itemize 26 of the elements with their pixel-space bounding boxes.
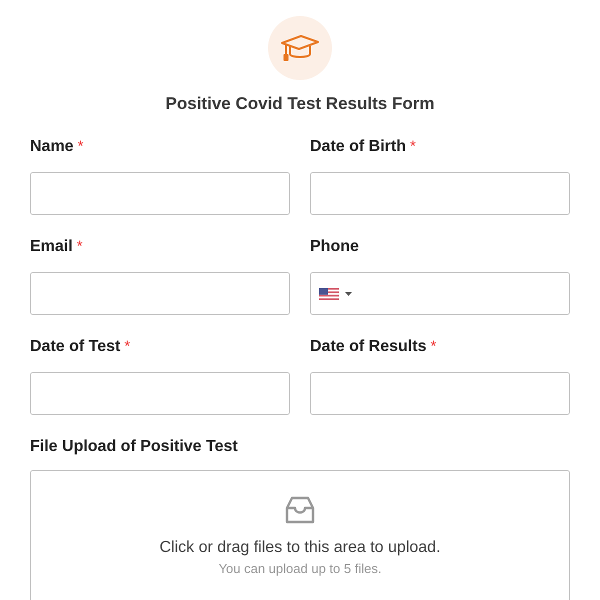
- field-label: Email: [30, 238, 73, 256]
- field-label: Date of Birth: [310, 138, 406, 156]
- upload-area[interactable]: Click or drag files to this area to upload. You can upload up to 5 files.: [30, 470, 570, 600]
- input-field[interactable]: [310, 372, 570, 415]
- required-mark: *: [430, 338, 436, 355]
- graduation-cap-icon: [280, 34, 320, 62]
- required-mark: *: [78, 138, 84, 155]
- field-label: Date of Test: [30, 338, 120, 356]
- form-title: Positive Covid Test Results Form: [166, 94, 434, 114]
- caret-icon[interactable]: [345, 292, 352, 296]
- inbox-icon: [285, 495, 315, 525]
- phone-field[interactable]: [310, 272, 570, 315]
- field-label: Date of Results: [310, 338, 426, 356]
- input-field[interactable]: [30, 172, 290, 215]
- input-field[interactable]: [30, 272, 290, 315]
- field-label: File Upload of Positive Test: [30, 438, 238, 456]
- required-mark: *: [410, 138, 416, 155]
- flag-icon[interactable]: [319, 288, 339, 300]
- field-label: Name: [30, 138, 74, 156]
- required-mark: *: [76, 238, 83, 255]
- upload-hint: You can upload up to 5 files.: [218, 561, 382, 576]
- input-field[interactable]: [310, 172, 570, 215]
- input-field[interactable]: [30, 372, 290, 415]
- upload-prompt: Click or drag files to this area to upload.: [159, 539, 441, 557]
- required-mark: *: [124, 338, 130, 355]
- field-label: Phone: [310, 238, 359, 256]
